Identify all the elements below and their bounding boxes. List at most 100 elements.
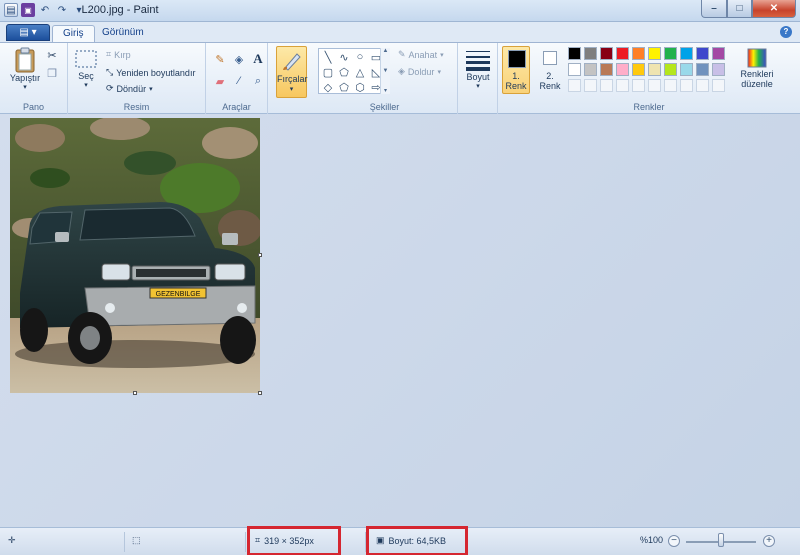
dimensions-highlight-box [247,526,341,555]
oval-shape-icon[interactable]: ○ [353,50,367,64]
help-icon[interactable]: ? [780,26,792,38]
canvas-image[interactable]: GEZENBILGE [10,118,260,393]
size-button[interactable]: Boyut ▾ [462,48,494,92]
crop-button[interactable]: ⌗ Kırp [106,49,131,60]
triangle-shape-icon[interactable]: △ [353,65,367,79]
palette-color-swatch[interactable] [616,47,629,60]
palette-color-swatch[interactable] [696,47,709,60]
eraser-icon[interactable]: ▰ [212,73,228,89]
palette-color-swatch[interactable] [584,47,597,60]
color2-label-line2: Renk [539,81,561,91]
color1-label: 1. Renk [503,71,529,91]
ribbon: Yapıştır ▾ ✂ ❐ Pano Seç ▾ ⌗ Kırp ⤡ Yenid… [0,42,800,114]
diamond-shape-icon[interactable]: ◇ [321,80,335,94]
fill-label: Doldur [407,66,435,77]
maximize-button[interactable]: □ [727,0,752,18]
close-button[interactable]: ✕ [752,0,796,18]
palette-color-swatch[interactable] [680,79,693,92]
rotate-dropdown-icon: ▾ [149,85,153,93]
zoom-out-button[interactable]: − [668,535,680,547]
palette-color-swatch[interactable] [664,63,677,76]
color1-selector[interactable]: 1. Renk [502,46,530,94]
text-icon[interactable]: A [250,51,266,67]
rounded-rectangle-shape-icon[interactable]: ▢ [321,65,335,79]
paste-dropdown-icon: ▾ [23,84,27,91]
window-title: L200.jpg - Paint [81,4,159,16]
copy-icon[interactable]: ❐ [44,65,60,81]
pencil-icon[interactable]: ✎ [212,51,228,67]
palette-color-swatch[interactable] [632,79,645,92]
tab-home[interactable]: Giriş [52,25,95,42]
palette-color-swatch[interactable] [712,63,725,76]
resize-button[interactable]: ⤡ Yeniden boyutlandır [106,67,195,78]
image-group: Seç ▾ ⌗ Kırp ⤡ Yeniden boyutlandır ⟳ Dön… [68,43,206,114]
paint-menu-button[interactable]: ▤ ▾ [6,24,50,41]
palette-color-swatch[interactable] [648,79,661,92]
palette-color-swatch[interactable] [600,47,613,60]
resize-handle-corner[interactable] [258,391,262,395]
select-button[interactable]: Seç ▾ [72,49,100,91]
brushes-button[interactable]: Fırçalar ▾ [276,46,308,98]
palette-color-swatch[interactable] [680,63,693,76]
zoom-slider-thumb[interactable] [718,533,724,547]
edit-colors-label-line1: Renkleri [740,69,774,79]
paste-label: Yapıştır [9,73,41,83]
canvas-workspace[interactable]: GEZENBILGE [0,114,800,527]
polygon-shape-icon[interactable]: ⬠ [337,65,351,79]
palette-color-swatch[interactable] [664,79,677,92]
palette-color-swatch[interactable] [696,63,709,76]
palette-color-swatch[interactable] [584,79,597,92]
hexagon-shape-icon[interactable]: ⬡ [353,80,367,94]
color1-swatch [508,50,526,68]
palette-color-swatch[interactable] [568,79,581,92]
edit-colors-button[interactable]: Renkleri düzenle [738,47,776,89]
outline-button[interactable]: ✎ Anahat ▾ [398,49,444,60]
minimize-button[interactable]: – [701,0,727,18]
palette-color-swatch[interactable] [664,47,677,60]
cursor-position-icon: ✛ [8,535,16,545]
tab-view[interactable]: Görünüm [92,25,154,42]
palette-color-swatch[interactable] [696,79,709,92]
resize-handle-right[interactable] [258,253,262,257]
color2-label: 2. Renk [537,71,563,91]
palette-color-swatch[interactable] [616,79,629,92]
magnifier-icon[interactable]: ⌕ [250,73,266,89]
shapes-group-label: Şekiller [369,102,400,112]
palette-color-swatch[interactable] [568,47,581,60]
color-picker-icon[interactable]: ⁄ [231,73,247,89]
palette-color-swatch[interactable] [632,47,645,60]
color1-label-line2: Renk [505,81,527,91]
size-label: Boyut [466,72,490,82]
clipboard-group-label: Pano [22,102,45,112]
palette-color-swatch[interactable] [600,63,613,76]
paste-button[interactable]: Yapıştır ▾ [8,47,42,93]
rotate-icon: ⟳ [106,83,114,93]
pentagon-shape-icon[interactable]: ⬠ [337,80,351,94]
crop-icon: ⌗ [106,49,112,59]
palette-color-swatch[interactable] [568,63,581,76]
tools-group: ✎ ◈ A ▰ ⁄ ⌕ Araçlar [206,43,268,114]
rotate-button[interactable]: ⟳ Döndür ▾ [106,83,153,94]
palette-color-swatch[interactable] [680,47,693,60]
palette-color-swatch[interactable] [712,79,725,92]
curve-shape-icon[interactable]: ∿ [337,50,351,64]
cut-icon[interactable]: ✂ [44,47,60,63]
status-separator [124,532,125,552]
outline-icon: ✎ [398,49,406,59]
colors-group-label: Renkler [633,102,665,112]
shapes-scrollbar[interactable]: ▲ ▼ ▾ [380,48,390,94]
fill-button[interactable]: ◈ Doldur ▾ [398,66,441,77]
resize-handle-bottom[interactable] [133,391,137,395]
palette-color-swatch[interactable] [616,63,629,76]
zoom-in-button[interactable]: + [763,535,775,547]
color2-selector[interactable]: 2. Renk [536,46,564,94]
palette-color-swatch[interactable] [712,47,725,60]
fill-bucket-icon[interactable]: ◈ [231,51,247,67]
line-shape-icon[interactable]: ╲ [321,50,335,64]
palette-color-swatch[interactable] [648,47,661,60]
zoom-level: %100 [640,535,664,545]
palette-color-swatch[interactable] [584,63,597,76]
palette-color-swatch[interactable] [632,63,645,76]
palette-color-swatch[interactable] [648,63,661,76]
palette-color-swatch[interactable] [600,79,613,92]
